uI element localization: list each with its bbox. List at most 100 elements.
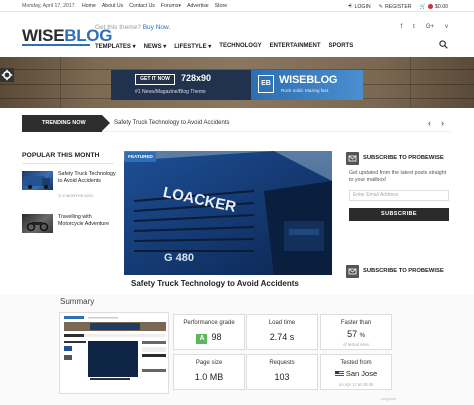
- user-icon: ✎: [378, 3, 384, 10]
- nav-news[interactable]: NEWS ▾: [144, 43, 167, 50]
- subscribe-header: SUBSCRIBE TO PROBEWISE: [346, 152, 450, 165]
- us-flag-icon: [334, 371, 344, 378]
- subscribe-text: Get updated from the latest posts straig…: [349, 170, 447, 184]
- chevron-down-icon: ▾: [132, 44, 136, 50]
- cart-icon: 🛒: [419, 3, 427, 10]
- featured-image[interactable]: LOACKER G 480: [124, 151, 332, 275]
- header-tagline: Get this theme? Buy Now.: [95, 24, 170, 31]
- popular-title: POPULAR THIS MONTH: [22, 152, 100, 159]
- top-link-home[interactable]: Home: [82, 3, 96, 9]
- tested-from-label: Tested from: [340, 360, 372, 366]
- trending-headline[interactable]: Safety Truck Technology to Avoid Acciden…: [114, 120, 230, 126]
- buy-now-link[interactable]: Buy Now.: [143, 24, 170, 31]
- envelope-icon-glyph: [348, 268, 357, 275]
- nav-lifestyle[interactable]: LIFESTYLE ▾: [174, 43, 211, 50]
- envelope-icon: [346, 152, 359, 165]
- top-links: Home About Us Contact Us Forums▾ Adverti…: [82, 3, 227, 9]
- summary-title: Summary: [60, 297, 95, 306]
- envelope-icon: [346, 265, 359, 278]
- chevron-down-icon: ▾: [178, 3, 182, 9]
- nav-entertainment[interactable]: ENTERTAINMENT: [270, 43, 321, 50]
- main-nav: TEMPLATES ▾ NEWS ▾ LIFESTYLE ▾ TECHNOLOG…: [95, 43, 353, 50]
- social-links: f t G+ v: [400, 24, 448, 30]
- faster-than-note: of tested sites: [343, 342, 369, 347]
- nav-lifestyle-label: LIFESTYLE: [174, 44, 207, 50]
- popular-thumbnail[interactable]: [22, 214, 53, 233]
- popular-thumbnail[interactable]: [22, 171, 53, 190]
- settings-toggle[interactable]: [0, 68, 14, 82]
- requests-card: Requests 103: [246, 354, 318, 390]
- performance-grade-label: Performance grade: [183, 320, 235, 326]
- envelope-icon-glyph: [348, 155, 357, 162]
- popular-item-date: ◷ 6 MONTHS AGO: [58, 193, 93, 198]
- ad-get-it-now-button[interactable]: GET IT NOW: [135, 74, 175, 85]
- pingdom-watermark: pingdom: [380, 396, 396, 401]
- grade-badge: A: [196, 334, 208, 344]
- account-links: ⎆ LOGIN ✎ REGISTER 🛒 $0.00: [348, 3, 448, 10]
- lock-icon: ⎆: [348, 3, 353, 9]
- subscribe-button[interactable]: SUBSCRIBE: [349, 208, 449, 221]
- tested-from-card: Tested from San Jose on Apr 17 at 09:45: [320, 354, 392, 390]
- nav-news-label: NEWS: [143, 44, 162, 50]
- top-link-forums[interactable]: Forums▾: [161, 3, 181, 9]
- summary-screenshot-thumbnail[interactable]: [59, 312, 169, 394]
- top-link-advertise[interactable]: Advertise: [187, 3, 209, 9]
- search-icon[interactable]: [439, 40, 448, 49]
- divider: [22, 163, 114, 164]
- login-link[interactable]: ⎆ LOGIN: [348, 3, 370, 10]
- page-size-value: 1.0 MB: [194, 372, 224, 382]
- email-field[interactable]: Enter Email Address: [349, 190, 449, 201]
- faster-than-card: Faster than 57 % of tested sites: [320, 314, 392, 350]
- ad-subtitle: #1 News/Magazine/Blog Theme: [135, 89, 206, 95]
- load-time-card: Load time 2.74 s: [246, 314, 318, 350]
- tested-from-location: San Jose: [345, 369, 378, 378]
- top-link-about[interactable]: About Us: [102, 3, 123, 9]
- page: Monday, April 17, 2017 Home About Us Con…: [0, 0, 474, 405]
- cart-link[interactable]: 🛒 $0.00: [420, 4, 448, 10]
- motorcycle-thumbnail-image: [26, 222, 49, 232]
- page-size-label: Page size: [195, 360, 223, 366]
- cart-badge: [428, 4, 434, 9]
- faster-than-value: 57 %: [321, 329, 391, 339]
- nav-technology[interactable]: TECHNOLOGY: [219, 43, 261, 50]
- vimeo-icon[interactable]: v: [445, 24, 448, 30]
- cart-total: $0.00: [435, 3, 448, 10]
- nav-sports[interactable]: SPORTS: [329, 43, 354, 50]
- facebook-icon[interactable]: f: [400, 24, 402, 30]
- subscribe-title: SUBSCRIBE TO PROBEWISE: [363, 155, 444, 161]
- subscribe-header-2: SUBSCRIBE TO PROBEWISE: [346, 265, 450, 278]
- site-preview-image: [60, 313, 168, 393]
- faster-than-number: 57: [347, 329, 358, 339]
- performance-grade-value: A 98: [174, 332, 244, 344]
- top-link-store[interactable]: Store: [215, 3, 227, 9]
- faster-than-unit: %: [359, 333, 365, 339]
- trending-label: TRENDING NOW: [22, 115, 102, 132]
- ad-brand-sub: Rock Solid. Mazing fast.: [281, 88, 330, 93]
- popular-item-title[interactable]: Safety Truck Technology to Avoid Acciden…: [58, 171, 116, 185]
- gear-icon: [1, 69, 13, 81]
- ad-banner[interactable]: GET IT NOW 728x90 #1 News/Magazine/Blog …: [111, 70, 363, 100]
- chevron-right-icon[interactable]: ›: [441, 118, 444, 128]
- register-label: REGISTER: [385, 3, 412, 10]
- ad-size: 728x90: [181, 73, 212, 83]
- load-time-label: Load time: [268, 320, 296, 326]
- logo-text-wise: WISE: [22, 26, 65, 45]
- register-link[interactable]: ✎ REGISTER: [379, 4, 412, 10]
- chevron-left-icon[interactable]: ‹: [428, 118, 431, 128]
- tagline-text: Get this theme?: [95, 24, 141, 31]
- popular-item[interactable]: Safety Truck Technology to Avoid Acciden…: [22, 171, 116, 203]
- top-link-contact[interactable]: Contact Us: [129, 3, 155, 9]
- popular-item[interactable]: Travelling with Motorcycle Adventure: [22, 214, 116, 236]
- site-header: WISEBLOG Get this theme? Buy Now. f t G+…: [0, 12, 474, 56]
- trending-nav: ‹ ›: [428, 118, 444, 128]
- featured-title[interactable]: Safety Truck Technology to Avoid Acciden…: [131, 279, 299, 288]
- tested-from-value: San Jose: [321, 369, 391, 378]
- ad-brand: WISEBLOG: [279, 74, 338, 86]
- wood-seam: [60, 57, 61, 108]
- nav-templates[interactable]: TEMPLATES ▾: [95, 43, 136, 50]
- twitter-icon[interactable]: t: [413, 24, 415, 30]
- truck-photo: LOACKER G 480: [124, 151, 332, 275]
- requests-value: 103: [274, 372, 290, 382]
- google-plus-icon[interactable]: G+: [426, 24, 434, 30]
- popular-item-title[interactable]: Travelling with Motorcycle Adventure: [58, 214, 116, 228]
